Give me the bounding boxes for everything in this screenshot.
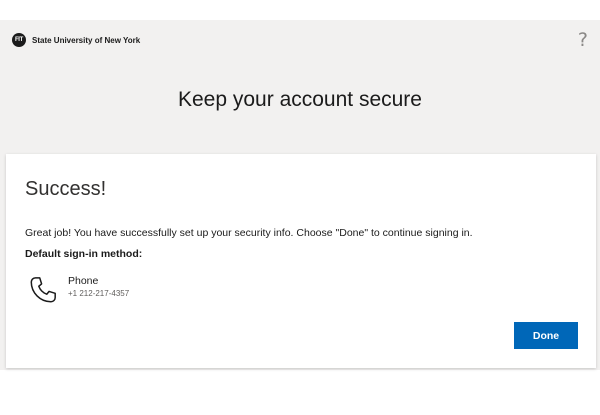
default-method-label: Default sign-in method: <box>25 248 143 260</box>
success-card: Success! Great job! You have successfull… <box>6 154 596 368</box>
success-message: Great job! You have successfully set up … <box>25 227 473 239</box>
done-button[interactable]: Done <box>514 322 578 349</box>
organization-name: State University of New York <box>32 35 141 45</box>
default-method-item: Phone +1 212-217-4357 <box>28 272 129 305</box>
organization-logo: FIT <box>12 33 26 47</box>
page-title: Keep your account secure <box>178 88 422 111</box>
method-name: Phone <box>68 275 99 287</box>
phone-number: +1 212-217-4357 <box>68 289 130 298</box>
header-bar: FIT State University of New York ? <box>0 20 600 60</box>
phone-icon <box>30 277 56 303</box>
help-icon[interactable]: ? <box>578 29 588 51</box>
card-title: Success! <box>25 178 107 200</box>
